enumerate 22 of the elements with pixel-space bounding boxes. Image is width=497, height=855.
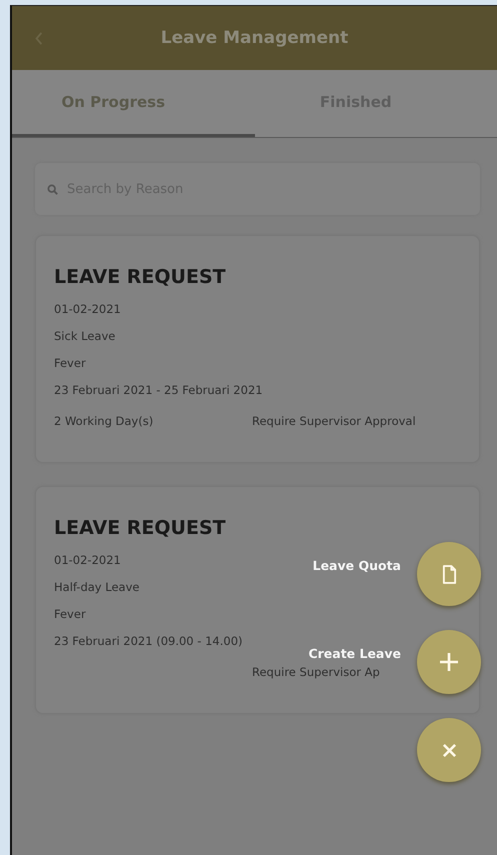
leave-period: 23 Februari 2021 - 25 Februari 2021 xyxy=(54,383,263,397)
fab-label[interactable]: Create Leave xyxy=(308,646,401,661)
plus-icon xyxy=(439,652,459,672)
document-icon xyxy=(442,564,456,584)
close-icon xyxy=(442,742,456,758)
leave-request-card[interactable]: LEAVE REQUEST 01-02-2021 Sick Leave Fever 23 Februari 2021 - 25 Februari 2021 2 Working Day(s) Require Supervisor Approval xyxy=(35,235,480,463)
working-days: 2 Working Day(s) xyxy=(54,414,154,428)
tab[interactable]: On Progress xyxy=(12,70,254,137)
approval-status: Require Supervisor Approval xyxy=(252,414,416,428)
request-date: 01-02-2021 xyxy=(54,553,121,567)
leave-type: Sick Leave xyxy=(54,329,116,343)
request-date: 01-02-2021 xyxy=(54,302,121,316)
close-button[interactable] xyxy=(417,718,481,782)
card-title: LEAVE REQUEST xyxy=(54,517,226,539)
leave-reason: Fever xyxy=(54,356,86,370)
approval-status: Require Supervisor Ap xyxy=(252,665,380,679)
leave-period: 23 Februari 2021 (09.00 - 14.00) xyxy=(54,634,242,648)
screen-title: Leave Management xyxy=(160,28,348,48)
fab-label[interactable]: Leave Quota xyxy=(312,558,401,573)
leave-type: Half-day Leave xyxy=(54,580,140,594)
card-title: LEAVE REQUEST xyxy=(54,266,226,288)
leave-reason: Fever xyxy=(54,607,86,621)
